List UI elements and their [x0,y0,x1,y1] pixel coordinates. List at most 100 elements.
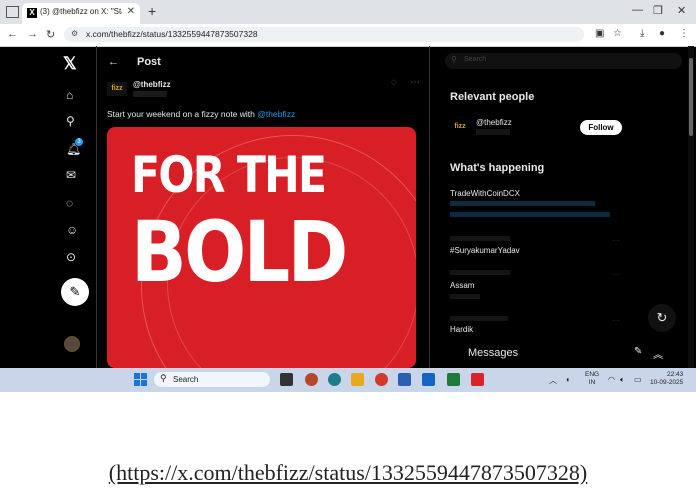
bookmark-star-icon[interactable]: ☆ [613,28,622,39]
post-text: Start your weekend on a fizzy note with … [107,109,295,119]
new-message-icon[interactable]: ✎ [634,346,642,357]
screenshot: X (3) @thebfizz on X: "Start your ✕ + — … [0,0,696,392]
download-icon[interactable]: ⤓ [640,28,644,39]
minimize-icon[interactable]: — [632,4,643,16]
acrobat-icon[interactable] [471,373,484,386]
trend-more-icon[interactable]: ⋯ [612,316,620,325]
tab-actions-icon[interactable] [6,6,19,18]
site-info-icon[interactable]: ⚙ [71,29,78,38]
language-region: IN [588,379,596,386]
wifi-icon[interactable]: ◠ [608,375,615,384]
cast-icon[interactable]: ▣ [595,28,604,39]
author-handle[interactable]: @thebfizz [133,80,171,89]
messages-label: Messages [468,347,519,359]
address-bar[interactable]: ⚙ x.com/thebfizz/status/1332559447873507… [64,27,584,42]
home-icon[interactable]: ⌂ [66,88,73,102]
whats-happening-title: What's happening [450,162,545,174]
close-window-icon[interactable]: ✕ [677,4,686,17]
media-headline-line1: FOR THE [131,146,327,204]
trend-item-suryakumaryadav[interactable]: #SuryakumarYadav [450,246,520,255]
trend-description [450,201,595,206]
search-icon: ⚲ [451,55,457,64]
mention-link[interactable]: @thebfizz [257,109,295,119]
scrollbar-thumb[interactable] [689,58,693,136]
battery-icon[interactable]: ▭ [634,375,642,384]
search-input[interactable]: ⚲ Search [445,53,682,69]
explore-icon[interactable]: ⚲ [66,114,75,128]
volume-icon[interactable]: 🔈︎ [620,375,625,385]
file-explorer-icon[interactable] [351,373,364,386]
more-icon[interactable]: ⊙ [66,250,76,264]
back-arrow-icon[interactable]: ← [108,56,119,68]
url-text: x.com/thebfizz/status/133255944787350732… [86,29,258,39]
outlook-icon[interactable] [422,373,435,386]
tray-chevron-icon[interactable]: ︿ [549,375,557,386]
chrome-icon[interactable] [375,373,388,386]
post-header-title: Post [137,56,161,68]
messages-drawer[interactable]: Messages ✎ ︽ [445,340,682,368]
messages-icon[interactable]: ✉ [66,168,76,182]
taskbar-search-label: Search [173,375,199,384]
person-avatar[interactable]: fizz [450,120,470,134]
browser-toolbar: ← → ↻ ⚙ x.com/thebfizz/status/1332559447… [0,24,696,47]
column-divider [96,46,97,368]
more-options-icon[interactable]: ⋯ [410,77,420,88]
app-icon[interactable] [305,373,318,386]
post-body: Start your weekend on a fizzy note with [107,109,255,119]
clock-date: 10-09-2025 [650,379,684,386]
maximize-icon[interactable]: ❐ [653,4,663,17]
language-indicator[interactable]: ENG IN [585,371,599,387]
forward-icon[interactable]: → [27,28,38,40]
media-headline-line2: BOLD [131,203,348,301]
clock[interactable]: 22:43 10-09-2025 [650,371,683,387]
browser-tab[interactable]: X (3) @thebfizz on X: "Start your ✕ [22,3,140,24]
source-caption: (https://x.com/thebfizz/status/133255944… [0,460,696,486]
trend-category [450,270,510,275]
author-avatar[interactable]: fizz [107,82,127,96]
trend-count [450,294,480,299]
trend-item-assam[interactable]: Assam [450,281,474,290]
grok-fab-button[interactable]: ↻ [648,304,676,332]
follow-button[interactable]: Follow [580,120,622,135]
task-view-icon[interactable] [280,373,293,386]
column-divider [429,46,430,368]
search-placeholder: Search [464,56,487,63]
grok-explain-icon[interactable]: ◌ [391,77,397,88]
taskbar-search-input[interactable]: ⚲ Search [154,372,270,387]
trend-category [450,236,510,241]
trend-item-tradewithcoindcx[interactable]: TradeWithCoinDCX [450,189,520,198]
back-icon[interactable]: ← [7,28,18,40]
windows-taskbar: ⚲ Search ︿ ◐ ENG IN ◠ 🔈︎ ▭ 22:43 10-09-2… [0,368,696,392]
person-subtext [476,129,510,135]
notification-badge: 3 [75,138,83,146]
profile-icon[interactable]: ● [659,28,665,39]
x-logo-icon[interactable]: 𝕏 [63,54,77,74]
tab-close-icon[interactable]: ✕ [127,6,135,17]
author-subtext [133,91,167,97]
word-icon[interactable] [398,373,411,386]
clock-time: 22:43 [666,371,684,378]
excel-icon[interactable] [447,373,460,386]
tab-strip: X (3) @thebfizz on X: "Start your ✕ + — … [0,0,696,24]
expand-chevron-icon[interactable]: ︽ [653,346,663,361]
new-tab-button[interactable]: + [148,4,156,18]
trend-item-hardik[interactable]: Hardik [450,325,473,334]
post-image[interactable]: FOR THE BOLD [107,127,416,368]
language-code: ENG [585,371,600,378]
trend-more-icon[interactable]: ⋯ [612,236,620,245]
trend-more-icon[interactable]: ⋯ [612,270,620,279]
compose-post-button[interactable]: ✎ [61,278,89,306]
menu-icon[interactable]: ⋮ [679,28,689,39]
source-link[interactable]: (https://x.com/thebfizz/status/133255944… [109,460,587,485]
trend-category [450,316,508,321]
reload-icon[interactable]: ↻ [46,28,55,41]
x-favicon-icon: X [27,8,37,18]
profile-nav-icon[interactable]: ☺ [66,223,78,237]
windows-start-icon[interactable] [134,373,147,386]
person-handle[interactable]: @thebfizz [476,118,512,127]
tray-app-icon[interactable]: ◐ [566,375,571,384]
edge-icon[interactable] [328,373,341,386]
grok-icon[interactable]: ◌ [66,196,73,210]
search-icon: ⚲ [160,373,167,383]
account-avatar[interactable] [64,336,80,352]
